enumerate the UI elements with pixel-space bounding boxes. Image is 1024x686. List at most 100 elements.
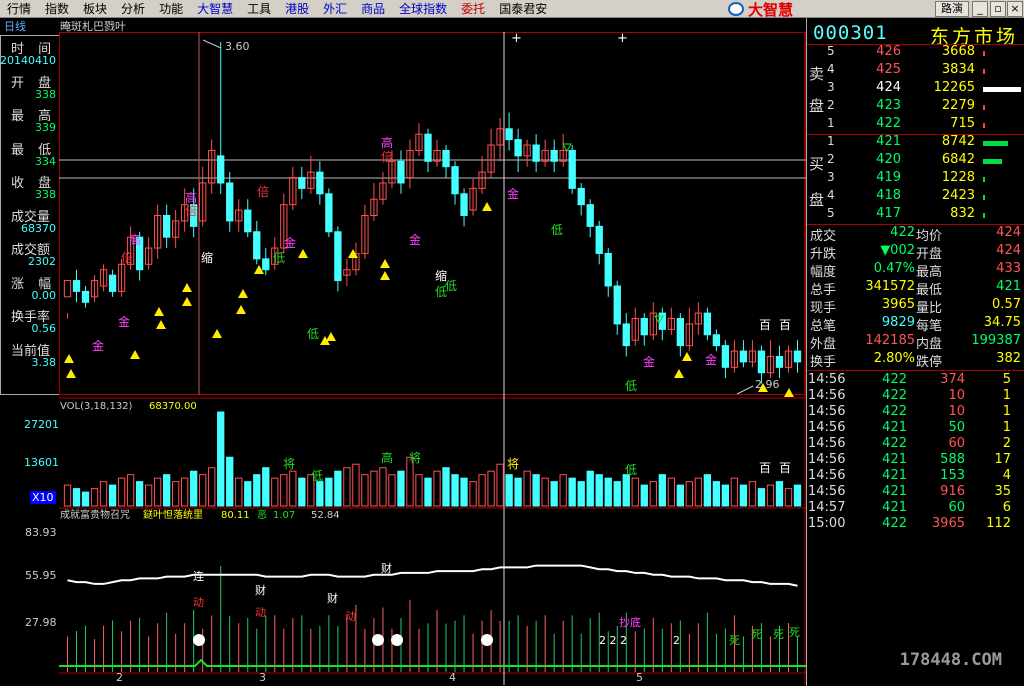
tick-row: 14:56 421 153 4 — [807, 468, 1024, 484]
signal-label: 金 — [705, 352, 717, 367]
period-tab[interactable]: 日线 — [4, 18, 26, 34]
tick-qty: 60 — [948, 436, 965, 451]
menu-item[interactable]: 大智慧 — [190, 0, 240, 18]
menu-item[interactable]: 外汇 — [316, 0, 354, 18]
smiley-icon — [391, 634, 403, 646]
menu-item[interactable]: 分析 — [114, 0, 152, 18]
info-value: 0.00 — [31, 288, 57, 302]
volume-bar — [190, 470, 198, 507]
volume-bar — [568, 477, 576, 507]
ind-signal-label: 死 — [751, 628, 762, 641]
candle-body — [460, 193, 468, 216]
crosshair-mark: + — [511, 32, 522, 46]
volume-bar — [766, 484, 775, 507]
close-button[interactable]: × — [1007, 1, 1023, 17]
menu-item[interactable]: 商品 — [354, 0, 392, 18]
level-volume-bar — [983, 159, 1002, 164]
candle-body — [577, 187, 585, 206]
bid-row[interactable]: 3 419 1228 — [807, 170, 1024, 188]
tick-row: 14:56 422 374 5 — [807, 372, 1024, 388]
chart-area[interactable]: 3.602.96高倍高倍倍金低低高倍金缩低低金低金低金缩百 百金金+ +VOL(3,… — [59, 32, 806, 685]
route-button[interactable]: 路演 — [935, 1, 969, 17]
volume-bar — [523, 470, 531, 507]
menu-item[interactable]: 全球指数 — [392, 0, 454, 18]
tick-count: 35 — [994, 484, 1011, 499]
level-index: 5 — [827, 206, 835, 220]
volume-bar — [280, 474, 288, 507]
menu-item[interactable]: 指数 — [38, 0, 76, 18]
tick-price: 422 — [882, 388, 907, 403]
menu-item[interactable]: 国泰君安 — [492, 0, 554, 18]
restore-button[interactable]: ▫ — [990, 1, 1006, 17]
volume-bar — [604, 477, 612, 507]
menu-item[interactable]: 委托 — [454, 0, 492, 18]
tick-row: 14:56 421 916 35 — [807, 484, 1024, 500]
level-price: 421 — [876, 134, 901, 149]
stat-value: 142185 — [865, 333, 915, 348]
bid-row[interactable]: 4 418 2423 — [807, 188, 1024, 206]
volume-bar — [739, 484, 748, 507]
volume-bar — [361, 474, 369, 507]
volume-bar — [325, 477, 333, 507]
ind-signal-label: 死 — [773, 628, 784, 641]
volume-bar — [694, 477, 703, 507]
buy-triangle — [212, 329, 222, 338]
info-value: 68370 — [21, 221, 56, 235]
tick-price: 421 — [882, 420, 907, 435]
minimize-button[interactable]: _ — [972, 1, 988, 17]
level-index: 1 — [827, 116, 835, 130]
bid-row[interactable]: 2 420 6842 — [807, 152, 1024, 170]
tick-price: 422 — [882, 404, 907, 419]
level-volume-bar — [983, 141, 1009, 146]
volume-bar — [685, 481, 694, 507]
volume-bar — [343, 467, 351, 507]
tick-price: 421 — [882, 484, 907, 499]
tick-time: 14:56 — [808, 468, 846, 483]
ind-signal-label: 抄底 — [619, 615, 641, 629]
stat-value: 199387 — [971, 333, 1021, 348]
volume-bar — [388, 474, 396, 507]
x-axis-label: 4 — [449, 671, 456, 684]
candle-body — [108, 274, 117, 292]
vol-unit-badge: X10 — [30, 491, 56, 504]
ask-row[interactable]: 4 425 3834 — [807, 62, 1024, 80]
volume-bar — [117, 477, 126, 507]
volume-bar — [730, 477, 739, 507]
volume-bar — [640, 484, 648, 507]
menu-item[interactable]: 行情 — [0, 0, 38, 18]
info-value: 339 — [35, 121, 56, 134]
level-price: 426 — [876, 44, 901, 59]
stat-value: 421 — [996, 279, 1021, 294]
ask-row[interactable]: 5 426 3668 — [807, 44, 1024, 62]
ind-value: 52.84 — [311, 510, 340, 521]
volume-bar — [550, 481, 558, 507]
menu-item[interactable]: 港股 — [278, 0, 316, 18]
bid-row[interactable]: 1 421 8742 — [807, 134, 1024, 152]
tick-qty: 588 — [940, 452, 965, 467]
volume-bar — [153, 477, 162, 507]
info-value: 0.56 — [31, 322, 57, 335]
bid-row[interactable]: 5 417 832 — [807, 206, 1024, 224]
tick-price: 421 — [882, 468, 907, 483]
volume-bar — [181, 477, 189, 507]
low-pointer — [736, 385, 754, 395]
ask-row[interactable]: 1 422 715 — [807, 116, 1024, 134]
menu-item[interactable]: 功能 — [152, 0, 190, 18]
vol-signal-label: 低 — [625, 463, 637, 477]
vol-signal-label: 百 — [759, 461, 771, 475]
signal-label: 金 — [92, 338, 104, 353]
candle-body — [613, 285, 621, 325]
left-info-panel: 时 间 20140410 开 盘 338 最 高 339 最 低 334 收 盘 338 成交量 68… — [0, 35, 60, 395]
tick-qty: 374 — [940, 372, 965, 387]
level-volume-bar — [983, 51, 985, 56]
volume-bar — [397, 470, 405, 507]
stat-value: 433 — [996, 261, 1021, 276]
ask-row[interactable]: 3 424 12265 — [807, 80, 1024, 98]
menu-item[interactable]: 工具 — [240, 0, 278, 18]
menu-item[interactable]: 板块 — [76, 0, 114, 18]
tick-count: 5 — [1002, 372, 1011, 387]
stock-code: 000301 — [813, 22, 888, 44]
ask-row[interactable]: 2 423 2279 — [807, 98, 1024, 116]
tick-price: 421 — [882, 500, 907, 515]
stat-value: 0.57 — [992, 297, 1021, 312]
